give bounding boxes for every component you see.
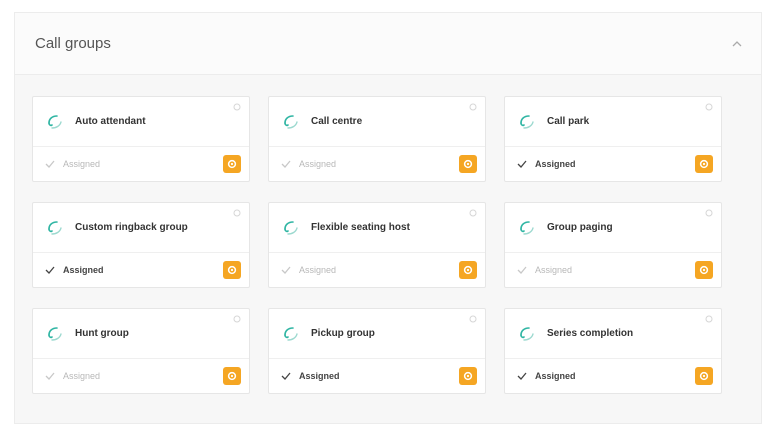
gear-icon [699,265,709,275]
call-group-card[interactable]: Pickup group Assigned [268,308,486,394]
call-group-card[interactable]: Hunt group Assigned [32,308,250,394]
call-group-icon [281,112,301,132]
card-footer: Assigned [269,359,485,393]
card-header: Flexible seating host [269,203,485,253]
call-group-card[interactable]: Call park Assigned [504,96,722,182]
check-icon [45,264,57,276]
gear-icon [463,371,473,381]
settings-button[interactable] [459,155,477,173]
settings-button[interactable] [459,261,477,279]
call-group-icon [517,218,537,238]
check-icon [281,370,293,382]
assignment-status: Assigned [63,159,101,169]
settings-button[interactable] [695,261,713,279]
circle-icon[interactable] [469,103,477,111]
assignment-status: Assigned [535,371,576,381]
call-group-icon [45,112,65,132]
call-group-icon [517,324,537,344]
call-group-icon [45,218,65,238]
circle-icon[interactable] [469,209,477,217]
card-header: Pickup group [269,309,485,359]
settings-button[interactable] [459,367,477,385]
card-name: Call park [547,116,590,127]
card-header: Custom ringback group [33,203,249,253]
settings-button[interactable] [223,367,241,385]
settings-button[interactable] [223,155,241,173]
gear-icon [227,371,237,381]
settings-button[interactable] [695,155,713,173]
assignment-status: Assigned [535,159,576,169]
call-group-card[interactable]: Group paging Assigned [504,202,722,288]
call-group-icon [281,218,301,238]
card-name: Group paging [547,222,613,233]
check-icon [517,370,529,382]
circle-icon[interactable] [233,209,241,217]
call-group-icon [517,112,537,132]
check-icon [517,158,529,170]
circle-icon[interactable] [705,209,713,217]
card-footer: Assigned [505,147,721,181]
panel-header[interactable]: Call groups [15,13,761,75]
card-header: Call centre [269,97,485,147]
check-icon [45,158,57,170]
circle-icon[interactable] [469,315,477,323]
card-footer: Assigned [33,253,249,287]
circle-icon[interactable] [233,315,241,323]
call-group-card[interactable]: Custom ringback group Assigned [32,202,250,288]
card-name: Pickup group [311,328,375,339]
call-group-card[interactable]: Flexible seating host Assigned [268,202,486,288]
card-name: Series completion [547,328,634,339]
card-name: Call centre [311,116,363,127]
assignment-status: Assigned [299,265,337,275]
call-group-icon [281,324,301,344]
assignment-status: Assigned [535,265,573,275]
call-group-icon [45,324,65,344]
card-header: Hunt group [33,309,249,359]
card-header: Series completion [505,309,721,359]
settings-button[interactable] [223,261,241,279]
gear-icon [699,371,709,381]
panel-title: Call groups [35,35,111,52]
gear-icon [463,265,473,275]
call-group-grid: Auto attendant Assigned Call centre Assi… [32,96,722,394]
gear-icon [463,159,473,169]
card-footer: Assigned [269,253,485,287]
card-name: Hunt group [75,328,129,339]
card-name: Custom ringback group [75,222,188,233]
card-footer: Assigned [269,147,485,181]
check-icon [45,370,57,382]
check-icon [281,158,293,170]
call-group-card[interactable]: Call centre Assigned [268,96,486,182]
check-icon [281,264,293,276]
gear-icon [227,265,237,275]
circle-icon[interactable] [705,315,713,323]
assignment-status: Assigned [63,371,101,381]
card-header: Call park [505,97,721,147]
card-header: Group paging [505,203,721,253]
card-footer: Assigned [33,147,249,181]
settings-button[interactable] [695,367,713,385]
call-group-card[interactable]: Auto attendant Assigned [32,96,250,182]
call-group-card[interactable]: Series completion Assigned [504,308,722,394]
card-footer: Assigned [505,359,721,393]
circle-icon[interactable] [705,103,713,111]
card-name: Flexible seating host [311,222,410,233]
circle-icon[interactable] [233,103,241,111]
gear-icon [699,159,709,169]
card-header: Auto attendant [33,97,249,147]
assignment-status: Assigned [63,265,104,275]
card-name: Auto attendant [75,116,146,127]
assignment-status: Assigned [299,159,337,169]
chevron-up-icon[interactable] [727,34,747,54]
card-footer: Assigned [33,359,249,393]
card-footer: Assigned [505,253,721,287]
gear-icon [227,159,237,169]
check-icon [517,264,529,276]
assignment-status: Assigned [299,371,340,381]
